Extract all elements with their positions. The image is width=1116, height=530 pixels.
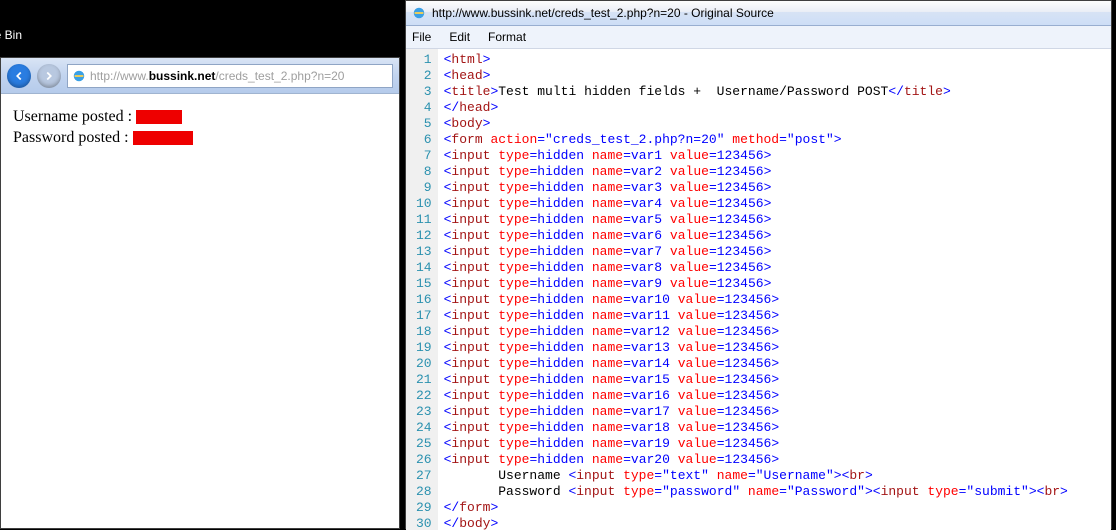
code-line[interactable]: <input type=hidden name=var12 value=1234… (444, 324, 1068, 340)
desktop: ycle Bin (0, 0, 65, 60)
code-line[interactable]: </body> (444, 516, 1068, 530)
arrow-left-icon (12, 69, 26, 83)
line-number: 22 (416, 388, 432, 404)
code-line[interactable]: </head> (444, 100, 1068, 116)
line-number: 23 (416, 404, 432, 420)
ie-favicon-icon (412, 6, 426, 20)
password-redacted-value (133, 131, 193, 145)
recycle-bin-label[interactable]: ycle Bin (0, 28, 22, 42)
line-number: 2 (416, 68, 432, 84)
code-line[interactable]: <input type=hidden name=var4 value=12345… (444, 196, 1068, 212)
code-line[interactable]: <input type=hidden name=var5 value=12345… (444, 212, 1068, 228)
line-number: 29 (416, 500, 432, 516)
url-host: bussink.net (149, 69, 216, 83)
line-number: 9 (416, 180, 432, 196)
menu-file[interactable]: File (412, 30, 431, 44)
browser-page: Username posted : Password posted : (1, 94, 399, 164)
code-line[interactable]: <input type=hidden name=var16 value=1234… (444, 388, 1068, 404)
code-line[interactable]: <title>Test multi hidden fields + Userna… (444, 84, 1068, 100)
code-line[interactable]: <input type=hidden name=var15 value=1234… (444, 372, 1068, 388)
code-line[interactable]: <html> (444, 52, 1068, 68)
line-number: 11 (416, 212, 432, 228)
line-number: 24 (416, 420, 432, 436)
code-line[interactable]: <input type=hidden name=var2 value=12345… (444, 164, 1068, 180)
line-number: 12 (416, 228, 432, 244)
code-line[interactable]: <input type=hidden name=var17 value=1234… (444, 404, 1068, 420)
forward-button[interactable] (37, 64, 61, 88)
line-number: 5 (416, 116, 432, 132)
result-line-password: Password posted : (13, 129, 387, 147)
line-number: 30 (416, 516, 432, 530)
code-line[interactable]: <form action="creds_test_2.php?n=20" met… (444, 132, 1068, 148)
code-line[interactable]: <input type=hidden name=var20 value=1234… (444, 452, 1068, 468)
line-number: 13 (416, 244, 432, 260)
line-number: 17 (416, 308, 432, 324)
username-redacted-value (136, 110, 182, 124)
code-line[interactable]: <input type=hidden name=var14 value=1234… (444, 356, 1068, 372)
code-line[interactable]: <head> (444, 68, 1068, 84)
line-number: 21 (416, 372, 432, 388)
source-titlebar[interactable]: http://www.bussink.net/creds_test_2.php?… (406, 1, 1111, 26)
line-number: 19 (416, 340, 432, 356)
browser-window: http://www.bussink.net/creds_test_2.php?… (0, 57, 400, 529)
back-button[interactable] (7, 64, 31, 88)
code-line[interactable]: <input type=hidden name=var11 value=1234… (444, 308, 1068, 324)
line-number: 27 (416, 468, 432, 484)
line-number: 18 (416, 324, 432, 340)
line-number: 4 (416, 100, 432, 116)
code-line[interactable]: </form> (444, 500, 1068, 516)
code-line[interactable]: Password <input type="password" name="Pa… (444, 484, 1068, 500)
source-code-text[interactable]: <html><head><title>Test multi hidden fie… (438, 49, 1074, 530)
line-number: 25 (416, 436, 432, 452)
line-number: 28 (416, 484, 432, 500)
username-posted-label: Username posted : (13, 108, 132, 125)
code-line[interactable]: <input type=hidden name=var9 value=12345… (444, 276, 1068, 292)
code-line[interactable]: <input type=hidden name=var3 value=12345… (444, 180, 1068, 196)
line-number: 14 (416, 260, 432, 276)
source-code-area[interactable]: 1234567891011121314151617181920212223242… (406, 49, 1111, 530)
source-menubar: File Edit Format (406, 26, 1111, 49)
ie-favicon-icon (72, 69, 86, 83)
source-window: http://www.bussink.net/creds_test_2.php?… (405, 0, 1112, 529)
code-line[interactable]: <input type=hidden name=var7 value=12345… (444, 244, 1068, 260)
arrow-right-icon (42, 69, 56, 83)
menu-format[interactable]: Format (488, 30, 526, 44)
line-number: 26 (416, 452, 432, 468)
code-line[interactable]: <input type=hidden name=var13 value=1234… (444, 340, 1068, 356)
code-line[interactable]: <input type=hidden name=var19 value=1234… (444, 436, 1068, 452)
line-number: 8 (416, 164, 432, 180)
menu-edit[interactable]: Edit (449, 30, 470, 44)
line-number: 1 (416, 52, 432, 68)
line-number: 10 (416, 196, 432, 212)
line-number: 6 (416, 132, 432, 148)
line-number: 16 (416, 292, 432, 308)
code-line[interactable]: <input type=hidden name=var1 value=12345… (444, 148, 1068, 164)
line-number: 15 (416, 276, 432, 292)
code-line[interactable]: <input type=hidden name=var8 value=12345… (444, 260, 1068, 276)
browser-toolbar: http://www.bussink.net/creds_test_2.php?… (1, 58, 399, 94)
url-prefix: http://www. (90, 69, 149, 83)
code-line[interactable]: Username <input type="text" name="Userna… (444, 468, 1068, 484)
address-bar[interactable]: http://www.bussink.net/creds_test_2.php?… (67, 64, 393, 88)
code-line[interactable]: <input type=hidden name=var18 value=1234… (444, 420, 1068, 436)
code-line[interactable]: <body> (444, 116, 1068, 132)
result-line-username: Username posted : (13, 108, 387, 126)
line-number-gutter: 1234567891011121314151617181920212223242… (406, 49, 438, 530)
line-number: 20 (416, 356, 432, 372)
line-number: 3 (416, 84, 432, 100)
password-posted-label: Password posted : (13, 129, 129, 146)
line-number: 7 (416, 148, 432, 164)
source-title-text: http://www.bussink.net/creds_test_2.php?… (432, 6, 774, 20)
url-path: /creds_test_2.php?n=20 (215, 69, 344, 83)
code-line[interactable]: <input type=hidden name=var6 value=12345… (444, 228, 1068, 244)
code-line[interactable]: <input type=hidden name=var10 value=1234… (444, 292, 1068, 308)
